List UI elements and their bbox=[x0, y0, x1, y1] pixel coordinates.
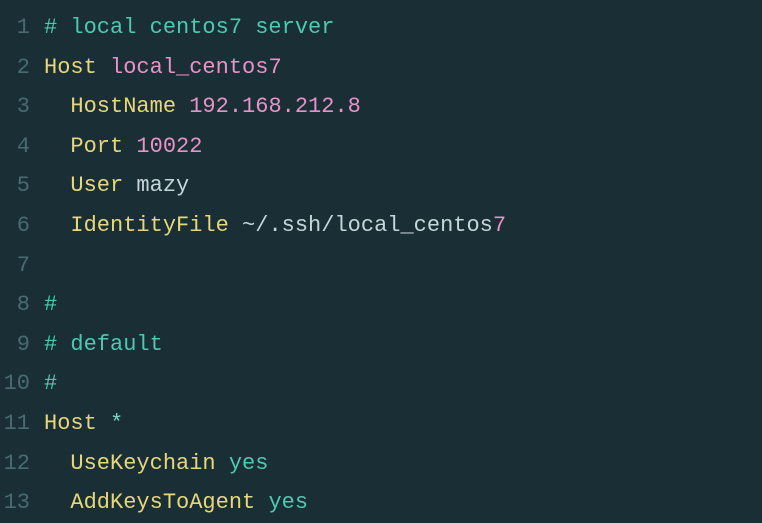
code-line: 7 bbox=[0, 246, 762, 286]
line-number: 10 bbox=[0, 364, 44, 404]
code-line: 12 UseKeychain yes bbox=[0, 444, 762, 484]
line-number: 9 bbox=[0, 325, 44, 365]
token: 192.168.212.8 bbox=[189, 94, 361, 119]
token: 10022 bbox=[136, 134, 202, 159]
token: # default bbox=[44, 332, 163, 357]
code-line: 8# bbox=[0, 285, 762, 325]
token: User bbox=[70, 173, 136, 198]
code-content: UseKeychain yes bbox=[44, 444, 762, 484]
code-line: 4 Port 10022 bbox=[0, 127, 762, 167]
token: # local centos7 server bbox=[44, 15, 334, 40]
code-line: 13 AddKeysToAgent yes bbox=[0, 483, 762, 523]
token bbox=[44, 134, 70, 159]
code-line: 1# local centos7 server bbox=[0, 8, 762, 48]
line-number: 3 bbox=[0, 87, 44, 127]
token: UseKeychain bbox=[70, 451, 228, 476]
token: HostName bbox=[70, 94, 189, 119]
token: mazy bbox=[136, 173, 189, 198]
token bbox=[44, 451, 70, 476]
code-line: 6 IdentityFile ~/.ssh/local_centos7 bbox=[0, 206, 762, 246]
code-line: 3 HostName 192.168.212.8 bbox=[0, 87, 762, 127]
line-number: 8 bbox=[0, 285, 44, 325]
token: 7 bbox=[493, 213, 506, 238]
line-number: 1 bbox=[0, 8, 44, 48]
code-content: # default bbox=[44, 325, 762, 365]
line-number: 6 bbox=[0, 206, 44, 246]
token: local_centos7 bbox=[110, 55, 282, 80]
token: # bbox=[44, 371, 57, 396]
code-content: User mazy bbox=[44, 166, 762, 206]
code-content: AddKeysToAgent yes bbox=[44, 483, 762, 523]
code-content: # local centos7 server bbox=[44, 8, 762, 48]
code-line: 11Host * bbox=[0, 404, 762, 444]
code-content: IdentityFile ~/.ssh/local_centos7 bbox=[44, 206, 762, 246]
code-content: Port 10022 bbox=[44, 127, 762, 167]
line-number: 12 bbox=[0, 444, 44, 484]
code-content: # bbox=[44, 285, 762, 325]
token: IdentityFile bbox=[70, 213, 242, 238]
line-number: 7 bbox=[0, 246, 44, 286]
line-number: 11 bbox=[0, 404, 44, 444]
token: Port bbox=[70, 134, 136, 159]
code-editor[interactable]: 1# local centos7 server2Host local_cento… bbox=[0, 8, 762, 523]
token: # bbox=[44, 292, 57, 317]
line-number: 4 bbox=[0, 127, 44, 167]
code-content bbox=[44, 246, 762, 286]
code-content: # bbox=[44, 364, 762, 404]
code-line: 10# bbox=[0, 364, 762, 404]
line-number: 13 bbox=[0, 483, 44, 523]
code-content: Host local_centos7 bbox=[44, 48, 762, 88]
token: Host bbox=[44, 411, 110, 436]
line-number: 5 bbox=[0, 166, 44, 206]
token: Host bbox=[44, 55, 110, 80]
token: * bbox=[110, 411, 123, 436]
token: ~/.ssh/local_centos bbox=[242, 213, 493, 238]
code-line: 9# default bbox=[0, 325, 762, 365]
code-line: 5 User mazy bbox=[0, 166, 762, 206]
token: yes bbox=[268, 490, 308, 515]
line-number: 2 bbox=[0, 48, 44, 88]
token bbox=[44, 213, 70, 238]
token: yes bbox=[229, 451, 269, 476]
code-line: 2Host local_centos7 bbox=[0, 48, 762, 88]
code-content: HostName 192.168.212.8 bbox=[44, 87, 762, 127]
token bbox=[44, 173, 70, 198]
code-content: Host * bbox=[44, 404, 762, 444]
token: AddKeysToAgent bbox=[70, 490, 268, 515]
token bbox=[44, 94, 70, 119]
token bbox=[44, 490, 70, 515]
